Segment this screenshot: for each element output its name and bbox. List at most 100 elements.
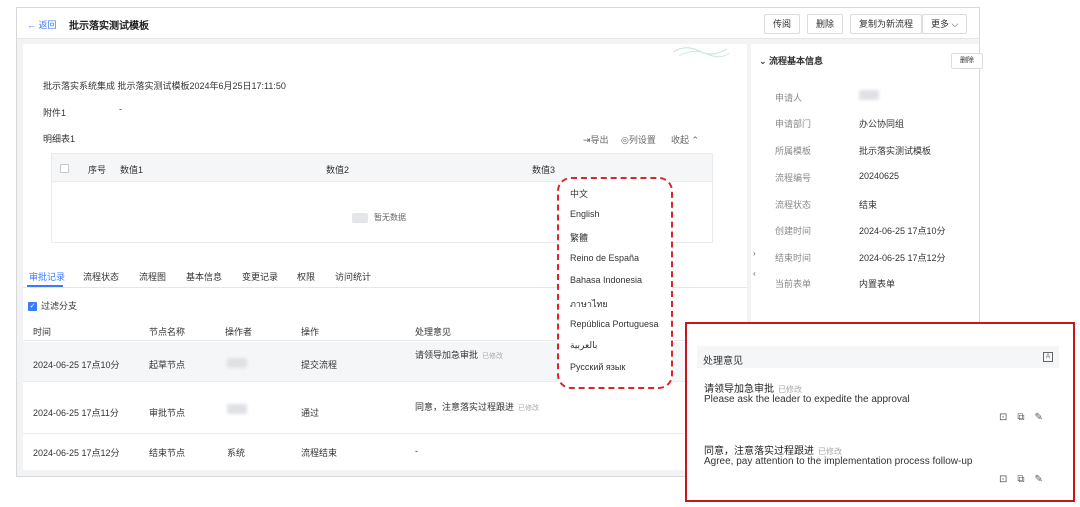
empty-state: 暂无数据 (352, 212, 406, 223)
tab-flow-chart[interactable]: 流程图 (139, 270, 166, 283)
lang-option-th[interactable]: ภาษาไทย (570, 297, 608, 311)
info-label-applicant: 申请人 (775, 93, 803, 103)
opinion-zoom-header: 处理意见 A (697, 346, 1059, 368)
lang-option-pt[interactable]: República Portuguesa (570, 319, 659, 329)
edit-icon[interactable]: ✎ (1035, 412, 1053, 423)
translate-small-icon[interactable]: ⊡ (999, 412, 1017, 423)
collapse-button[interactable]: 收起 ⌃ (671, 133, 699, 146)
tab-visit-stats[interactable]: 访问统计 (335, 270, 371, 283)
info-label-flow-number: 流程编号 (775, 173, 812, 183)
info-label-current-form: 当前表单 (775, 279, 812, 289)
watermark-decoration (672, 47, 730, 58)
collapse-arrow-icon[interactable]: › (753, 249, 756, 258)
translate-small-icon[interactable]: ⊡ (999, 474, 1017, 485)
empty-text: 暂无数据 (374, 213, 406, 222)
table-row: 2024-06-25 17点11分 审批节点 通过 同意，注意落实过程跟进 已修改 (23, 382, 747, 434)
circulate-button[interactable]: 传阅 (764, 14, 801, 34)
info-label-ended: 结束时间 (775, 253, 812, 263)
attachment-value: - (119, 104, 122, 114)
detail-table-label: 明细表1 (43, 134, 76, 144)
filter-branch-toggle[interactable]: ✓ 过滤分支 (28, 299, 77, 312)
header-operator: 操作者 (225, 327, 253, 337)
lang-option-es[interactable]: Reino de España (570, 253, 639, 263)
header-opinion: 处理意见 (415, 327, 452, 337)
row-node: 结束节点 (149, 448, 186, 458)
opinion-zoom-title: 处理意见 (703, 356, 743, 367)
empty-box-icon (352, 212, 368, 223)
info-label-template: 所属模板 (775, 146, 812, 156)
copy-as-new-flow-button[interactable]: 复制为新流程 (850, 14, 923, 34)
tab-change-log[interactable]: 变更记录 (242, 270, 278, 283)
row-opinion: - (415, 446, 418, 456)
opinion-actions: ⊡⧉✎ (999, 474, 1053, 485)
copy-icon[interactable]: ⧉ (1017, 474, 1034, 485)
row-opinion: 请领导加急审批 已修改 (415, 350, 504, 360)
row-node: 起草节点 (149, 360, 186, 370)
opinion-entry-cn: 同意，注意落实过程跟进 已修改 (704, 446, 842, 457)
header-node: 节点名称 (149, 327, 186, 337)
tab-approval-records[interactable]: 审批记录 (29, 270, 65, 283)
applicant-blurred (859, 90, 879, 100)
check-icon: ✓ (28, 302, 37, 312)
lang-option-zh-tw[interactable]: 繁體 (570, 231, 588, 244)
row-action: 提交流程 (301, 360, 338, 370)
header-value1: 数值1 (120, 165, 144, 175)
lang-option-en[interactable]: English (570, 209, 600, 219)
info-value-flow-status: 结束 (859, 200, 878, 210)
row-node: 审批节点 (149, 408, 186, 418)
info-value-flow-number: 20240625 (859, 171, 900, 181)
lang-option-zh-cn[interactable]: 中文 (570, 187, 588, 200)
more-button[interactable]: 更多 ⌵ (922, 14, 968, 34)
info-value-current-form: 内置表单 (859, 279, 896, 289)
header-time: 时间 (33, 327, 52, 337)
info-value-created: 2024-06-25 17点10分 (859, 226, 946, 236)
row-opinion: 同意，注意落实过程跟进 已修改 (415, 402, 540, 412)
flow-info-title[interactable]: ⌄ 流程基本信息 (759, 54, 823, 67)
tab-flow-status[interactable]: 流程状态 (83, 270, 119, 283)
top-bar: ← 返回 批示落实测试模板 传阅 删除 复制为新流程 更多 ⌵ (17, 8, 979, 39)
opinion-entry-cn: 请领导加急审批 已修改 (704, 384, 802, 395)
delete-button[interactable]: 删除 (807, 14, 844, 34)
expand-arrow-icon[interactable]: ‹ (753, 269, 756, 278)
export-button[interactable]: ⇥导出 (583, 133, 609, 146)
attachment-label: 附件1 (43, 108, 67, 118)
header-value2: 数值2 (326, 165, 350, 175)
translate-icon[interactable]: A (1043, 352, 1053, 362)
column-settings-button[interactable]: ◎列设置 (621, 133, 656, 146)
info-delete-button[interactable]: 删除 (951, 53, 983, 69)
tab-basic-info[interactable]: 基本信息 (186, 270, 222, 283)
opinion-actions: ⊡⧉✎ (999, 412, 1053, 423)
info-value-template: 批示落实测试模板 (859, 146, 932, 156)
info-label-flow-status: 流程状态 (775, 200, 812, 210)
table-row: 2024-06-25 17点12分 结束节点 系统 流程结束 - (23, 434, 747, 468)
row-action: 通过 (301, 408, 320, 418)
filter-branch-label: 过滤分支 (41, 301, 78, 311)
operator-avatar-blurred (227, 358, 247, 368)
opinion-entry-en: Please ask the leader to expedite the ap… (704, 394, 910, 405)
info-label-department: 申请部门 (775, 119, 812, 129)
header-action: 操作 (301, 327, 320, 337)
tab-permissions[interactable]: 权限 (297, 270, 315, 283)
copy-icon[interactable]: ⧉ (1017, 412, 1034, 423)
language-dropdown: 中文 English 繁體 Reino de España Bahasa Ind… (557, 177, 673, 389)
opinion-entry-en: Agree, pay attention to the implementati… (704, 456, 973, 467)
lang-option-ar[interactable]: بالعربية (570, 340, 597, 351)
row-action: 流程结束 (301, 448, 338, 458)
active-tab-indicator (27, 285, 63, 287)
header-index: 序号 (88, 165, 107, 175)
lang-option-id[interactable]: Bahasa Indonesia (570, 275, 642, 285)
row-time: 2024-06-25 17点11分 (33, 408, 119, 418)
row-time: 2024-06-25 17点10分 (33, 360, 120, 370)
page-title: 批示落实测试模板 (69, 21, 149, 32)
edit-icon[interactable]: ✎ (1035, 474, 1053, 485)
back-link[interactable]: ← 返回 (27, 18, 57, 31)
header-value3: 数值3 (532, 165, 556, 175)
opinion-zoom-callout: 处理意见 A 请领导加急审批 已修改 Please ask the leader … (685, 322, 1075, 502)
operator-avatar-blurred (227, 404, 247, 414)
info-value-department: 办公协同组 (859, 119, 905, 129)
select-all-checkbox[interactable] (60, 164, 69, 173)
info-value-ended: 2024-06-25 17点12分 (859, 253, 946, 263)
lang-option-ru[interactable]: Русский язык (570, 362, 625, 372)
row-operator: 系统 (227, 448, 246, 458)
row-time: 2024-06-25 17点12分 (33, 448, 120, 458)
